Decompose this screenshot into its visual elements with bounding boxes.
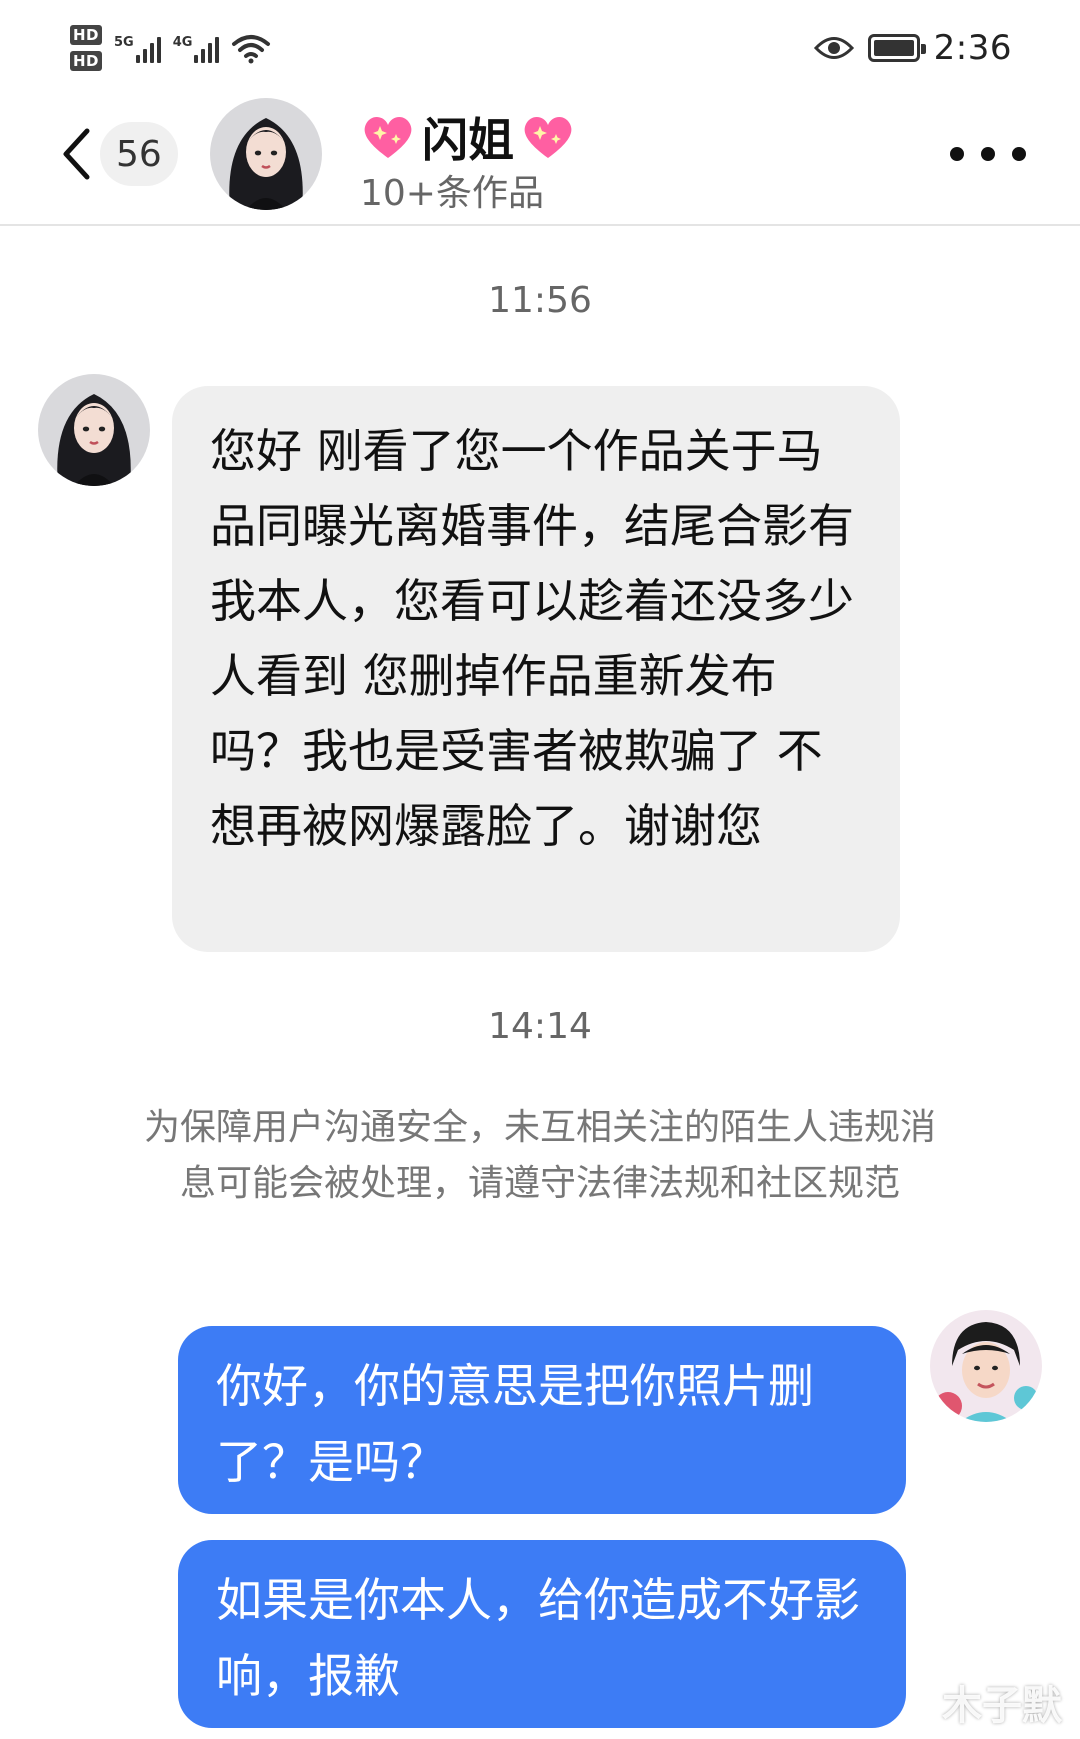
- dot-icon: [981, 147, 995, 161]
- sender-avatar[interactable]: [38, 374, 150, 486]
- message-timestamp: 14:14: [488, 1006, 592, 1047]
- network-type-label-1: 5G: [114, 35, 134, 50]
- sparkle-heart-icon: [524, 116, 572, 158]
- status-right: 2:36: [813, 18, 1012, 78]
- sparkle-heart-icon: [364, 116, 412, 158]
- status-bar: HD HD 5G 4G 2:36: [0, 0, 1080, 92]
- dot-icon: [950, 147, 964, 161]
- signal-bars-icon: [194, 33, 220, 63]
- unread-count-badge[interactable]: 56: [100, 122, 178, 186]
- signal-bars-icon: [135, 33, 161, 63]
- works-count[interactable]: 10+条作品: [360, 164, 544, 216]
- incoming-message-bubble[interactable]: 您好 刚看了您一个作品关于马品同曝光离婚事件，结尾合影有我本人，您看可以趁着还没…: [172, 386, 900, 952]
- signal-5g: 5G: [114, 33, 161, 63]
- contact-name-row: 闪姐: [360, 104, 576, 170]
- avatar-image: [210, 98, 322, 210]
- eye-icon: [813, 37, 854, 59]
- my-avatar[interactable]: [930, 1310, 1042, 1422]
- signal-4g: 4G: [173, 33, 220, 63]
- battery-level: [873, 40, 914, 56]
- hd-badge-1: HD: [70, 25, 103, 45]
- more-options-button[interactable]: [950, 132, 1026, 176]
- message-timestamp: 11:56: [488, 280, 592, 321]
- contact-name: 闪姐: [422, 113, 514, 167]
- watermark-text: 木子默: [942, 1683, 1062, 1729]
- status-left: HD HD 5G 4G: [70, 18, 271, 78]
- battery-icon: [867, 34, 926, 62]
- wifi-icon: [232, 35, 271, 64]
- contact-avatar[interactable]: [210, 98, 322, 210]
- network-type-label-2: 4G: [172, 35, 193, 50]
- hd-badge-2: HD: [70, 51, 103, 71]
- system-notice: 为保障用户沟通安全，未互相关注的陌生人违规消息可能会被处理，请遵守法律法规和社区…: [143, 1107, 936, 1204]
- avatar-image: [38, 374, 150, 486]
- outgoing-message-bubble[interactable]: 如果是你本人，给你造成不好影响，报歉: [178, 1540, 906, 1728]
- back-button[interactable]: [56, 124, 96, 184]
- chat-header: 56 闪姐 10+条作品: [0, 92, 1080, 226]
- outgoing-message-bubble[interactable]: 你好，你的意思是把你照片删了？是吗？: [178, 1326, 906, 1514]
- dot-icon: [1012, 147, 1026, 161]
- hd-indicators: HD HD: [70, 25, 103, 71]
- chat-screen: HD HD 5G 4G 2:36 56 闪姐 10+条作品 11:56 您好 刚…: [0, 0, 1080, 1739]
- status-clock: 2:36: [933, 28, 1012, 68]
- chevron-left-icon: [63, 128, 90, 180]
- avatar-image: [930, 1310, 1042, 1422]
